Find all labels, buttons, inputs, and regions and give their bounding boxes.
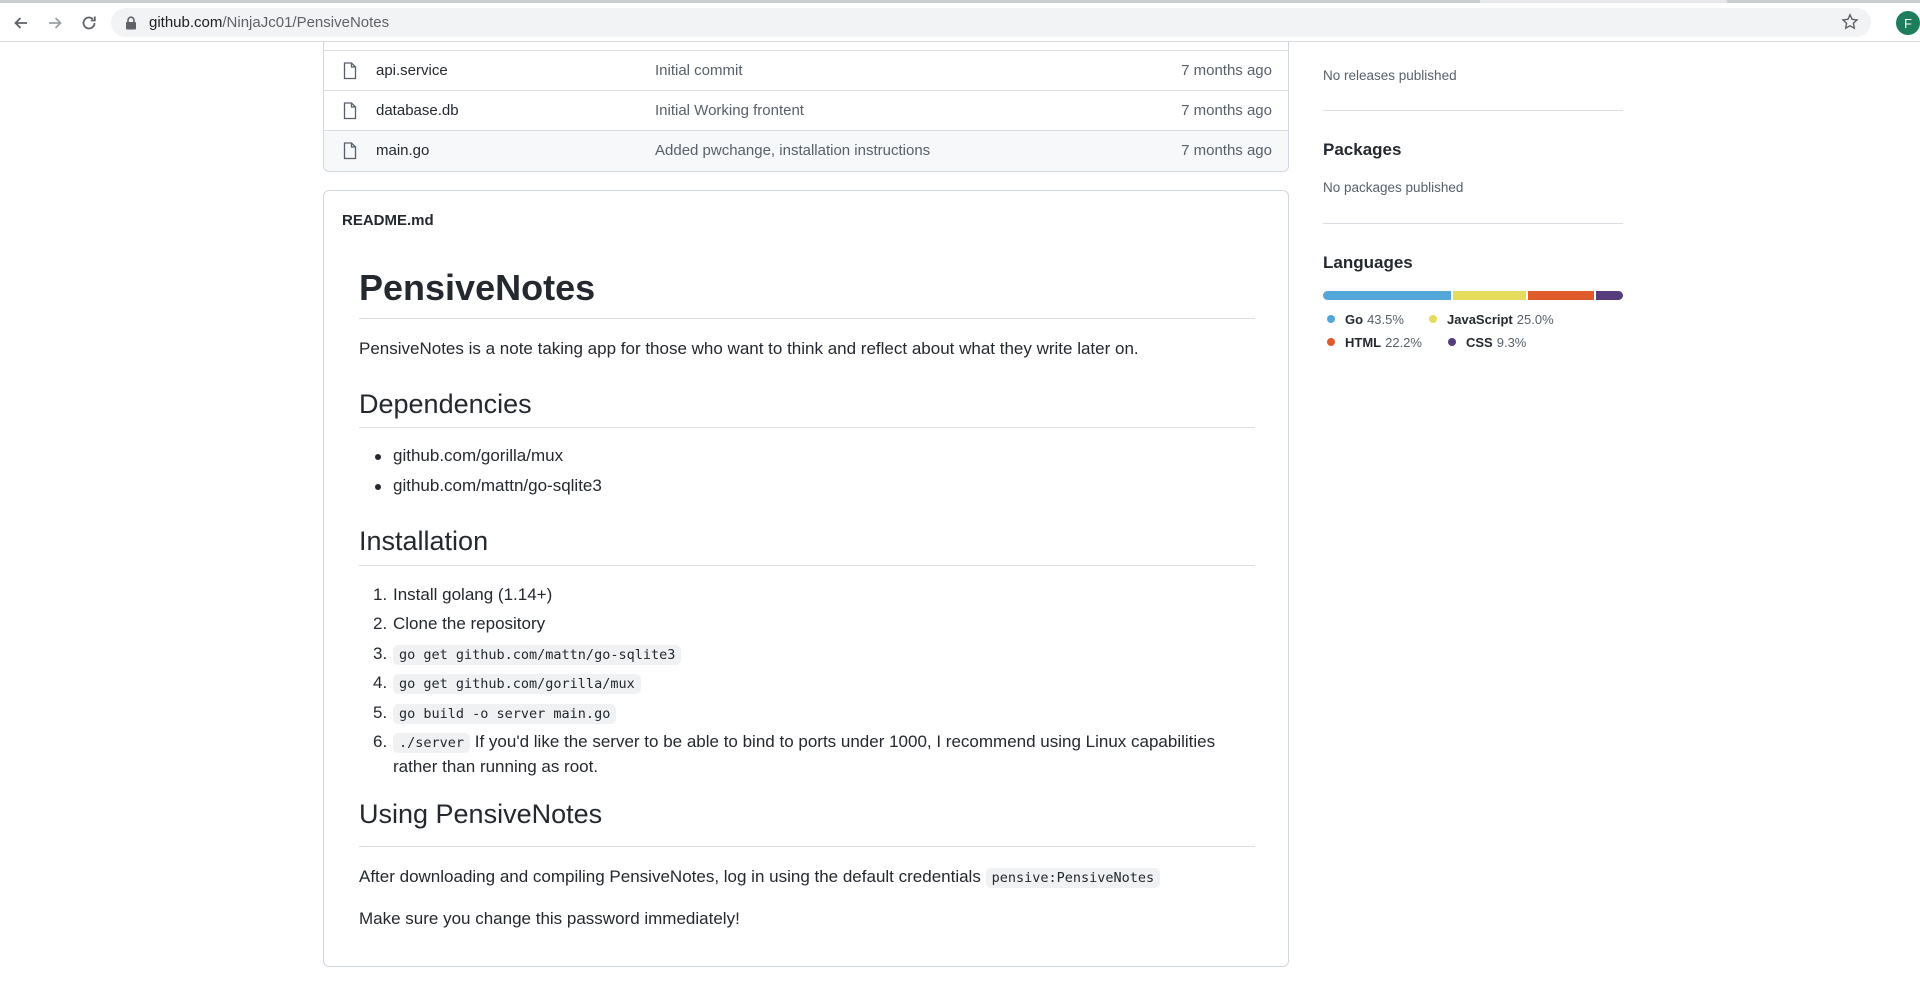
- file-row[interactable]: api.service Initial commit 7 months ago: [324, 50, 1288, 90]
- address-bar[interactable]: github.com/NinjaJc01/PensiveNotes: [111, 8, 1871, 37]
- language-go[interactable]: Go 43.5%: [1327, 312, 1404, 327]
- heading-divider: [359, 846, 1255, 847]
- language-css[interactable]: CSS 9.3%: [1448, 335, 1526, 350]
- commit-message[interactable]: Added pwchange, installation instruction…: [655, 142, 930, 159]
- using-heading: Using PensiveNotes: [359, 799, 603, 829]
- reload-icon: [82, 16, 96, 30]
- releases-text: No releases published: [1323, 68, 1457, 83]
- language-html[interactable]: HTML 22.2%: [1327, 335, 1422, 350]
- step-number: 3.: [373, 644, 388, 663]
- language-dot: [1448, 338, 1456, 346]
- language-bar-segment: [1595, 291, 1623, 300]
- list-bullet: [375, 484, 381, 490]
- forward-button[interactable]: [43, 11, 67, 35]
- language-bar-segment: [1323, 291, 1451, 300]
- languages-heading: Languages: [1323, 253, 1413, 272]
- file-name[interactable]: database.db: [376, 102, 459, 119]
- readme-panel: README.md PensiveNotes PensiveNotes is a…: [323, 190, 1289, 967]
- language-bar-segment: [1528, 291, 1594, 300]
- heading-divider: [359, 427, 1255, 428]
- file-row[interactable]: database.db Initial Working frontent 7 m…: [324, 90, 1288, 130]
- file-icon: [343, 102, 357, 120]
- file-icon: [343, 62, 357, 80]
- reload-button[interactable]: [77, 11, 101, 35]
- readme-filename[interactable]: README.md: [342, 212, 434, 229]
- heading-divider: [359, 318, 1255, 319]
- browser-toolbar: github.com/NinjaJc01/PensiveNotes F: [0, 3, 1920, 42]
- list-bullet: [375, 454, 381, 460]
- file-list: api.service Initial commit 7 months ago …: [323, 42, 1289, 172]
- arrow-left-icon: [14, 17, 27, 29]
- lock-icon: [126, 16, 136, 30]
- inline-code: go build -o server main.go: [393, 704, 617, 724]
- language-bar-segment: [1452, 291, 1527, 300]
- install-step: go get github.com/gorilla/mux: [393, 673, 641, 694]
- profile-avatar[interactable]: F: [1896, 11, 1920, 35]
- language-javascript[interactable]: JavaScript 25.0%: [1429, 312, 1554, 327]
- url-text: github.com/NinjaJc01/PensiveNotes: [149, 14, 390, 31]
- install-step: Clone the repository: [393, 614, 546, 633]
- language-bar: [1323, 291, 1623, 300]
- heading-divider: [359, 565, 1255, 566]
- install-step: go build -o server main.go: [393, 703, 617, 724]
- credentials-code: pensive:PensiveNotes: [985, 868, 1161, 888]
- step-number: 5.: [373, 703, 388, 722]
- commit-age: 7 months ago: [1181, 142, 1272, 159]
- packages-heading[interactable]: Packages: [1323, 140, 1401, 160]
- install-step: ./server If you'd like the server to be …: [393, 732, 1216, 753]
- password-warning: Make sure you change this password immed…: [359, 909, 740, 928]
- dependency-item: github.com/mattn/go-sqlite3: [393, 476, 602, 495]
- inline-code: go get github.com/mattn/go-sqlite3: [393, 645, 682, 665]
- packages-text: No packages published: [1323, 180, 1464, 195]
- bookmark-star-icon[interactable]: [1841, 13, 1859, 31]
- commit-message[interactable]: Initial Working frontent: [655, 102, 804, 119]
- readme-intro: PensiveNotes is a note taking app for th…: [359, 339, 1139, 358]
- install-step: Install golang (1.14+): [393, 585, 553, 604]
- installation-heading: Installation: [359, 526, 489, 556]
- step-number: 2.: [373, 614, 388, 633]
- step-note-continued: rather than running as root.: [393, 757, 599, 776]
- back-button[interactable]: [9, 11, 33, 35]
- file-name[interactable]: main.go: [376, 142, 429, 159]
- language-dot: [1429, 315, 1437, 323]
- install-step: go get github.com/mattn/go-sqlite3: [393, 644, 682, 665]
- commit-age: 7 months ago: [1181, 102, 1272, 119]
- sidebar-divider: [1323, 110, 1623, 111]
- file-name[interactable]: api.service: [376, 62, 448, 79]
- language-dot: [1327, 338, 1335, 346]
- dependencies-heading: Dependencies: [359, 389, 532, 419]
- step-number: 1.: [373, 585, 388, 604]
- language-dot: [1327, 315, 1335, 323]
- commit-message[interactable]: Initial commit: [655, 62, 743, 79]
- sidebar-divider: [1323, 223, 1623, 224]
- file-icon: [343, 142, 357, 160]
- step-number: 4.: [373, 673, 388, 692]
- step-number: 6.: [373, 732, 388, 751]
- step-note: If you'd like the server to be able to b…: [474, 732, 1216, 751]
- readme-title: PensiveNotes: [359, 267, 596, 308]
- inline-code: go get github.com/gorilla/mux: [393, 674, 641, 694]
- using-text: After downloading and compiling PensiveN…: [359, 867, 1161, 888]
- dependency-item: github.com/gorilla/mux: [393, 446, 564, 465]
- file-row[interactable]: main.go Added pwchange, installation ins…: [324, 130, 1288, 171]
- inline-code: ./server: [393, 733, 471, 753]
- commit-age: 7 months ago: [1181, 62, 1272, 79]
- arrow-right-icon: [49, 17, 62, 29]
